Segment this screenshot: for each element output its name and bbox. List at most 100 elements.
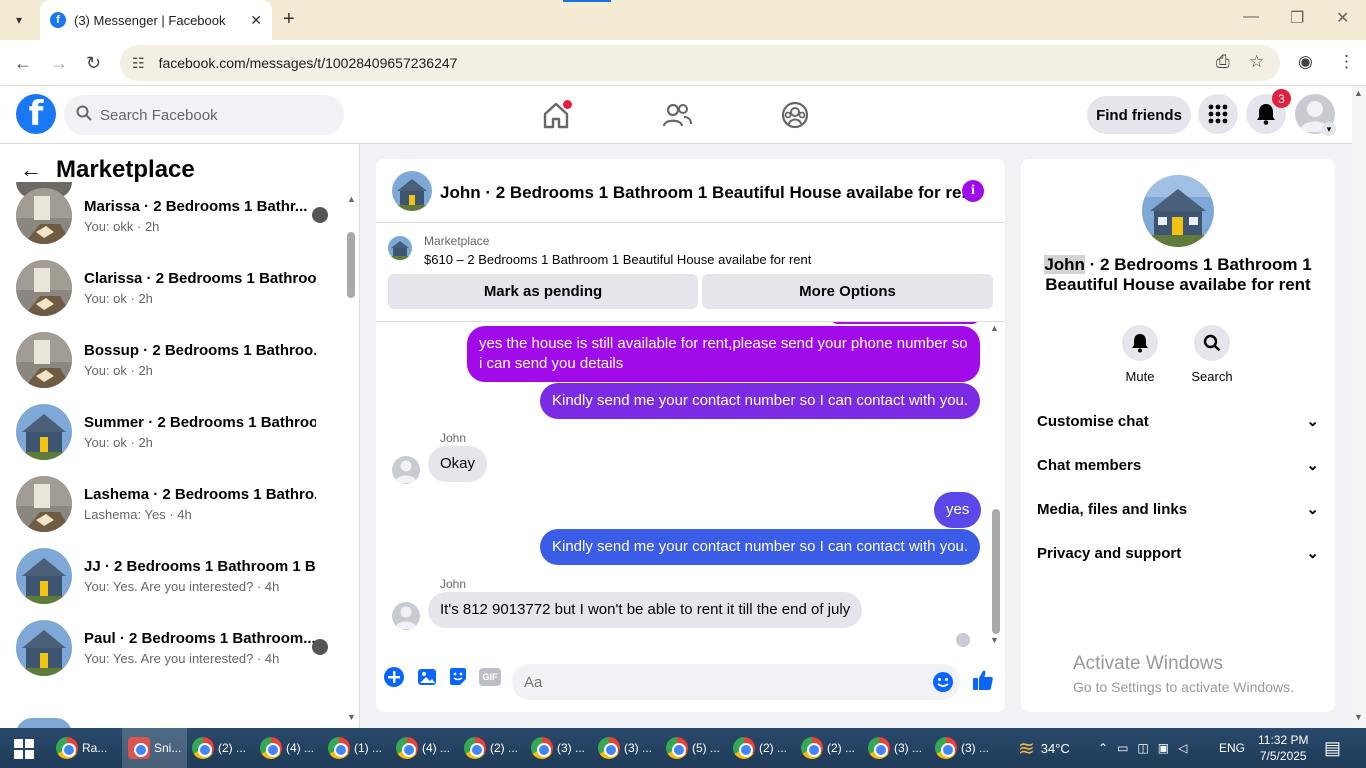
privacy-support-section[interactable]: Privacy and support ⌄ (1037, 541, 1319, 565)
taskbar-app[interactable]: (4) ... (260, 728, 314, 768)
facebook-search[interactable] (64, 95, 344, 135)
language-indicator[interactable]: ENG (1219, 728, 1245, 768)
friends-icon[interactable] (662, 100, 692, 130)
conversation-item[interactable]: Clarissa · 2 Bedrooms 1 Bathroo... You: o… (16, 258, 336, 318)
menu-grid-icon[interactable] (1198, 94, 1238, 134)
taskbar-app[interactable]: (1) ... (328, 728, 382, 768)
chat-scrollbar[interactable] (992, 509, 1000, 634)
conversation-item[interactable]: JJ · 2 Bedrooms 1 Bathroom 1 Be... You: Y… (16, 546, 336, 606)
omnibox[interactable]: ☷ facebook.com/messages/t/10028409657236… (120, 45, 1280, 81)
close-tab-icon[interactable]: ✕ (250, 12, 262, 29)
tab-search-chevron-icon[interactable]: ▾ (8, 9, 30, 31)
message-incoming[interactable]: Okay (428, 446, 488, 482)
listing-thumbnail[interactable] (388, 236, 412, 260)
page-scrollbar[interactable]: ▲ ▼ (1352, 86, 1366, 728)
mute-bell-icon[interactable] (1122, 325, 1158, 361)
windows-start-icon[interactable] (14, 739, 34, 762)
account-chevron-icon[interactable]: ▾ (1322, 122, 1336, 136)
taskbar-app[interactable]: (4) ... (396, 728, 450, 768)
conversation-thumbnail[interactable] (1142, 175, 1214, 247)
scroll-up-icon[interactable]: ▲ (347, 194, 356, 204)
left-scrollbar[interactable] (347, 232, 355, 298)
chat-members-section[interactable]: Chat members ⌄ (1037, 453, 1319, 477)
taskbar-app[interactable]: (2) ... (464, 728, 518, 768)
search-action[interactable]: Search (1182, 325, 1242, 384)
browser-menu-icon[interactable]: ⋮ (1338, 52, 1355, 72)
taskbar-app[interactable]: (2) ... (733, 728, 787, 768)
install-app-icon[interactable]: ⎙ (1216, 52, 1230, 72)
forward-icon[interactable]: → (50, 53, 68, 74)
taskbar-app[interactable]: (5) ... (666, 728, 720, 768)
conversation-text: Summer · 2 Bedrooms 1 Bathroo... You: ok … (84, 414, 316, 450)
conversation-item[interactable]: Lashema · 2 Bedrooms 1 Bathro... Lashema:… (16, 474, 336, 534)
restore-icon[interactable]: ❐ (1290, 8, 1304, 28)
taskbar-app-label: (3) ... (894, 741, 923, 755)
new-tab-icon[interactable]: + (283, 8, 295, 31)
photo-icon[interactable] (416, 666, 438, 688)
search-icon[interactable] (1194, 325, 1230, 361)
find-friends-button[interactable]: Find friends (1087, 96, 1191, 134)
conversation-item[interactable]: Paul · 2 Bedrooms 1 Bathroom... You: Yes.… (16, 618, 336, 678)
message-outgoing[interactable]: yes (934, 492, 982, 528)
plus-icon[interactable] (383, 666, 405, 688)
weather-widget[interactable]: ≋ 34°C (1018, 728, 1070, 768)
message-outgoing[interactable]: Kindly send me your contact number so I … (540, 383, 981, 419)
bookmark-star-icon[interactable]: ☆ (1249, 52, 1264, 72)
conversation-item[interactable]: Marissa · 2 Bedrooms 1 Bathr... You: okk … (16, 186, 336, 246)
more-options-button[interactable]: More Options (702, 274, 993, 309)
taskbar-app[interactable]: (3) ... (935, 728, 989, 768)
chat-title[interactable]: John · 2 Bedrooms 1 Bathroom 1 Beautiful… (440, 183, 976, 203)
like-thumb-icon[interactable] (972, 669, 994, 691)
taskbar-app[interactable]: Ra... (56, 728, 107, 768)
message-input-container[interactable] (512, 664, 960, 700)
media-files-links-section[interactable]: Media, files and links ⌄ (1037, 497, 1319, 521)
customise-chat-section[interactable]: Customise chat ⌄ (1037, 409, 1319, 433)
mute-action[interactable]: Mute (1110, 325, 1170, 384)
mark-as-pending-button[interactable]: Mark as pending (388, 274, 698, 309)
scroll-up-icon[interactable]: ▲ (1354, 88, 1363, 98)
chat-thumbnail[interactable] (392, 171, 432, 211)
taskbar-app[interactable]: Sni... (122, 728, 188, 768)
profile-icon[interactable]: ◉ (1298, 52, 1313, 72)
back-icon[interactable]: ← (14, 53, 32, 74)
minimize-icon[interactable]: — (1243, 8, 1259, 26)
network-icon[interactable]: ▣ (1158, 741, 1178, 755)
message-outgoing[interactable]: yes the house is still available for ren… (467, 326, 980, 382)
meet-icon[interactable]: ◫ (1137, 741, 1157, 755)
scroll-down-icon[interactable]: ▼ (990, 635, 999, 645)
scroll-down-icon[interactable]: ▼ (347, 712, 356, 722)
scroll-down-icon[interactable]: ▼ (1354, 712, 1363, 722)
taskbar-app[interactable]: (2) ... (801, 728, 855, 768)
volume-icon[interactable]: ◁ (1178, 741, 1196, 755)
browser-tab-messenger[interactable]: f (3) Messenger | Facebook ✕ (40, 0, 272, 40)
conversation-item[interactable]: Bossup · 2 Bedrooms 1 Bathroo... You: ok … (16, 330, 336, 390)
tray-chevron-icon[interactable]: ⌃ (1098, 741, 1117, 755)
sender-avatar[interactable] (392, 456, 420, 484)
facebook-search-input[interactable] (100, 106, 320, 124)
notification-center-icon[interactable]: ▤ (1324, 728, 1341, 768)
emoji-icon[interactable] (932, 671, 954, 693)
reload-icon[interactable]: ↻ (86, 53, 101, 74)
listing-price[interactable]: $610 – 2 Bedrooms 1 Bathroom 1 Beautiful… (424, 252, 811, 267)
taskbar-app[interactable]: (3) ... (598, 728, 652, 768)
clock[interactable]: 11:32 PM 7/5/2025 (1258, 728, 1308, 768)
scroll-up-icon[interactable]: ▲ (990, 323, 999, 333)
sticker-icon[interactable] (447, 666, 469, 688)
site-info-icon[interactable]: ☷ (132, 55, 145, 72)
taskbar-app[interactable]: (3) ... (531, 728, 585, 768)
gif-icon[interactable]: GIF (479, 668, 501, 686)
battery-icon[interactable]: ▭ (1117, 741, 1137, 755)
close-window-icon[interactable]: ✕ (1336, 8, 1349, 28)
system-tray-icons[interactable]: ⌃ ▭ ◫ ▣ ◁ (1098, 728, 1196, 768)
message-incoming[interactable]: It's 812 9013772 but I won't be able to … (428, 592, 863, 628)
message-outgoing[interactable]: Kindly send me your contact number so I … (540, 529, 981, 565)
back-arrow-icon[interactable]: ← (20, 157, 42, 183)
groups-icon[interactable] (780, 100, 810, 130)
sender-avatar[interactable] (392, 602, 420, 630)
message-input[interactable] (524, 673, 904, 691)
facebook-logo-icon[interactable]: f (16, 94, 56, 134)
info-icon[interactable]: i (962, 180, 984, 202)
taskbar-app[interactable]: (3) ... (868, 728, 922, 768)
taskbar-app[interactable]: (2) ... (192, 728, 246, 768)
conversation-item[interactable]: Summer · 2 Bedrooms 1 Bathroo... You: ok … (16, 402, 336, 462)
